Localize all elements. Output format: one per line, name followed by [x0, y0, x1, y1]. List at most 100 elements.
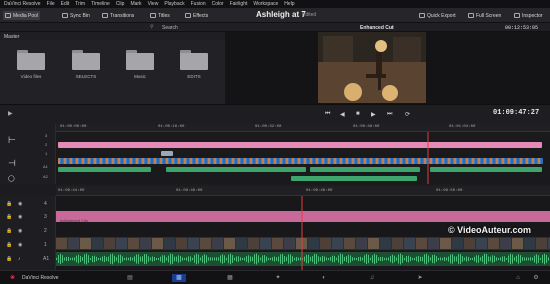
video-clip-segment[interactable] — [268, 158, 270, 164]
video-clip-segment[interactable] — [286, 158, 288, 164]
lock-icon[interactable]: 🔒 — [6, 228, 12, 234]
home-icon[interactable]: ⌂ — [514, 274, 522, 282]
video-clip-segment[interactable] — [439, 158, 441, 164]
blade-tool-icon[interactable]: ⊣ — [8, 158, 16, 169]
video-clip-segment[interactable] — [265, 158, 267, 164]
effects-button[interactable]: Effects — [183, 11, 210, 20]
lock-icon[interactable]: 🔒 — [6, 214, 12, 220]
play-icon[interactable]: ▶ — [371, 111, 376, 118]
video-clip-segment[interactable] — [526, 158, 528, 164]
video-clip-segment[interactable] — [316, 158, 318, 164]
video-thumbnail[interactable] — [428, 238, 439, 249]
video-clip-segment[interactable] — [193, 158, 195, 164]
video-thumbnail[interactable] — [500, 238, 511, 249]
video-clip-segment[interactable] — [142, 158, 144, 164]
video-clip-segment[interactable] — [211, 158, 213, 164]
video-clip-segment[interactable] — [463, 158, 465, 164]
lower-ruler[interactable]: 01:09:44:00 01:09:46:00 01:09:48:00 01:0… — [56, 186, 550, 196]
video-clip-segment[interactable] — [88, 158, 90, 164]
video-thumbnail[interactable] — [284, 238, 295, 249]
video-thumbnail[interactable] — [404, 238, 415, 249]
prev-icon[interactable]: ⏮ — [325, 111, 330, 118]
video-clip-segment[interactable] — [508, 158, 510, 164]
video-clip-segment[interactable] — [511, 158, 513, 164]
video-thumbnail[interactable] — [344, 238, 355, 249]
video-clip-segment[interactable] — [199, 158, 201, 164]
video-clip-segment[interactable] — [274, 158, 276, 164]
color-page-icon[interactable]: ◐ — [320, 274, 328, 282]
video-clip-segment[interactable] — [496, 158, 498, 164]
video-clip-segment[interactable] — [523, 158, 525, 164]
video-clip-segment[interactable] — [400, 158, 402, 164]
video-clip-segment[interactable] — [70, 158, 72, 164]
menu-item-playback[interactable]: Playback — [164, 1, 184, 7]
adjustment-clip-track-3[interactable] — [58, 142, 542, 148]
video-clip-segment[interactable] — [442, 158, 444, 164]
video-clip-segment[interactable] — [334, 158, 336, 164]
video-clip-segment[interactable] — [499, 158, 501, 164]
video-clip-segment[interactable] — [538, 158, 540, 164]
video-clip-segment[interactable] — [181, 158, 183, 164]
video-thumbnail[interactable] — [128, 238, 139, 249]
video-clip-segment[interactable] — [79, 158, 81, 164]
video-clip-segment[interactable] — [253, 158, 255, 164]
cut-page-icon[interactable]: ▩ — [172, 274, 186, 282]
video-clip-segment[interactable] — [505, 158, 507, 164]
video-clip-segment[interactable] — [325, 158, 327, 164]
video-clip-segment[interactable] — [466, 158, 468, 164]
menu-item-edit[interactable]: Edit — [61, 1, 70, 7]
video-clip-segment[interactable] — [478, 158, 480, 164]
video-thumbnail[interactable] — [212, 238, 223, 249]
video-thumbnail[interactable] — [260, 238, 271, 249]
video-clip-segment[interactable] — [469, 158, 471, 164]
video-clip-segment[interactable] — [379, 158, 381, 164]
video-clip-segment[interactable] — [262, 158, 264, 164]
video-clip-segment[interactable] — [145, 158, 147, 164]
video-clip-segment[interactable] — [346, 158, 348, 164]
video-clip-segment[interactable] — [448, 158, 450, 164]
chevron-down-icon[interactable]: ▾ — [391, 25, 394, 31]
video-thumbnail[interactable] — [356, 238, 367, 249]
video-thumbnail[interactable] — [308, 238, 319, 249]
video-clip-segment[interactable] — [535, 158, 537, 164]
video-clip-segment[interactable] — [67, 158, 69, 164]
upper-timeline-clips[interactable] — [56, 132, 550, 184]
deliver-page-icon[interactable]: ➤ — [416, 274, 424, 282]
video-clip-segment[interactable] — [457, 158, 459, 164]
speaker-icon[interactable]: ♪ — [18, 256, 21, 262]
video-thumbnail[interactable] — [116, 238, 127, 249]
video-clip-segment[interactable] — [445, 158, 447, 164]
folder-icon[interactable] — [180, 50, 208, 70]
video-thumbnail[interactable] — [332, 238, 343, 249]
video-clip-segment[interactable] — [418, 158, 420, 164]
video-clip-segment[interactable] — [475, 158, 477, 164]
video-thumbnail[interactable] — [464, 238, 475, 249]
video-thumbnail[interactable] — [164, 238, 175, 249]
video-clip-segment[interactable] — [484, 158, 486, 164]
video-clip-segment[interactable] — [238, 158, 240, 164]
video-clip-segment[interactable] — [277, 158, 279, 164]
video-clip-segment[interactable] — [340, 158, 342, 164]
video-clip-segment[interactable] — [280, 158, 282, 164]
video-clip-segment[interactable] — [76, 158, 78, 164]
video-clip-segment[interactable] — [169, 158, 171, 164]
video-clip-segment[interactable] — [235, 158, 237, 164]
loop-icon[interactable]: ⟳ — [405, 111, 410, 118]
video-clip-segment[interactable] — [367, 158, 369, 164]
search-icon[interactable]: ⚲ — [150, 24, 154, 30]
video-thumbnail[interactable] — [236, 238, 247, 249]
video-clip-segment[interactable] — [247, 158, 249, 164]
timeline-selector[interactable]: Enhanced Cut — [360, 25, 394, 31]
inspector-button[interactable]: Inspector — [512, 11, 545, 20]
video-thumbnail[interactable] — [320, 238, 331, 249]
video-clip-segment[interactable] — [220, 158, 222, 164]
video-clip-segment[interactable] — [319, 158, 321, 164]
video-clip-segment[interactable] — [328, 158, 330, 164]
video-clip-segment[interactable] — [154, 158, 156, 164]
video-thumbnail[interactable] — [248, 238, 259, 249]
next-icon[interactable]: ⏭ — [387, 111, 392, 118]
video-thumbnail[interactable] — [524, 238, 535, 249]
video-clip-segment[interactable] — [487, 158, 489, 164]
video-clip-segment[interactable] — [436, 158, 438, 164]
video-clip-segment[interactable] — [139, 158, 141, 164]
